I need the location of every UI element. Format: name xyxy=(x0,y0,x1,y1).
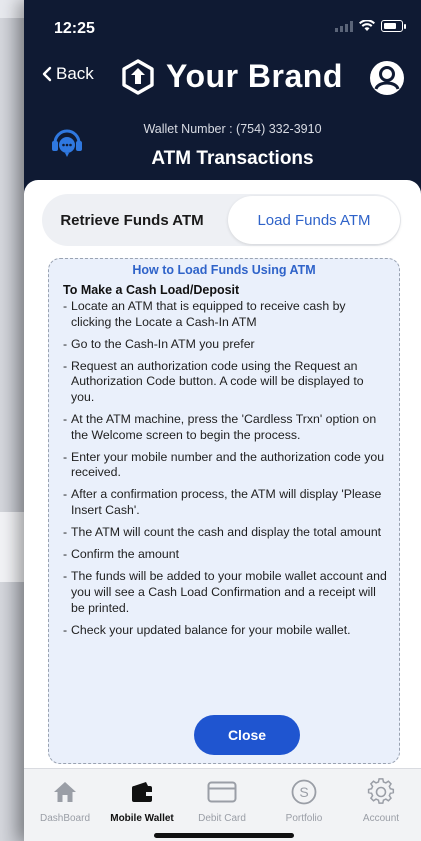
app-header: 12:25 Back Your Brand Wallet Number: (7… xyxy=(24,0,421,200)
brand-logo-icon xyxy=(122,58,154,95)
status-time: 12:25 xyxy=(54,20,95,37)
instruction-step: - The funds will be added to your mobile … xyxy=(63,569,389,616)
instruction-step: - The ATM will count the cash and display… xyxy=(63,525,389,541)
page-title: ATM Transactions xyxy=(151,148,314,169)
panel-subtitle: To Make a Cash Load/Deposit xyxy=(63,283,240,297)
instruction-step-text: The funds will be added to your mobile w… xyxy=(71,569,387,615)
wallet-icon xyxy=(132,782,152,802)
card-icon xyxy=(207,781,237,803)
back-label: Back xyxy=(56,64,94,83)
instruction-step-text: Go to the Cash-In ATM you prefer xyxy=(71,336,255,351)
content-sheet: Retrieve Funds ATM Load Funds ATM How to… xyxy=(24,180,421,770)
bottom-tab-bar: DashBoard Mobile Wallet Debit Card S Por… xyxy=(24,768,421,841)
instruction-step-text: Confirm the amount xyxy=(71,547,179,562)
tab-account[interactable]: Account xyxy=(346,777,416,824)
back-button[interactable]: Back xyxy=(42,64,94,84)
home-indicator xyxy=(154,833,294,838)
instruction-step-text: After a confirmation process, the ATM wi… xyxy=(71,487,382,518)
tab-debit-card[interactable]: Debit Card xyxy=(187,777,257,824)
wallet-number: Wallet Number : (754) 332-3910 xyxy=(143,122,322,136)
wifi-icon xyxy=(359,20,375,31)
instruction-step: - At the ATM machine, press the 'Cardless… xyxy=(63,412,389,443)
instruction-step: - Check your updated balance for your mob… xyxy=(63,623,389,639)
close-button[interactable]: Close xyxy=(194,715,300,755)
status-icons xyxy=(335,20,406,32)
home-icon xyxy=(54,782,76,802)
instruction-step-text: Locate an ATM that is equipped to receiv… xyxy=(71,299,346,329)
tab-mobile-wallet-label: Mobile Wallet xyxy=(110,813,174,824)
instruction-steps: - Locate an ATM that is equipped to recei… xyxy=(63,299,389,645)
tab-dashboard[interactable]: DashBoard xyxy=(30,777,100,824)
profile-icon[interactable] xyxy=(369,60,405,96)
instruction-step-text: Check your updated balance for your mobi… xyxy=(71,622,351,637)
phone-screen: 12:25 Back Your Brand Wallet Number: (7… xyxy=(24,0,421,841)
dollar-coin-icon: S xyxy=(291,779,317,805)
svg-text:S: S xyxy=(299,784,308,800)
instruction-step-text: At the ATM machine, press the 'Cardless … xyxy=(71,412,377,442)
tab-mobile-wallet[interactable]: Mobile Wallet xyxy=(107,777,177,824)
tab-load-funds-atm[interactable]: Load Funds ATM xyxy=(228,196,400,244)
instruction-step-text: Request an authorization code using the … xyxy=(71,358,364,404)
gear-icon xyxy=(367,778,395,804)
battery-icon xyxy=(381,20,406,32)
instruction-step: - After a confirmation process, the ATM w… xyxy=(63,487,389,518)
instruction-step: - Request an authorization code using the… xyxy=(63,359,389,406)
instructions-panel: How to Load Funds Using ATM To Make a Ca… xyxy=(48,258,400,764)
instruction-step: - Go to the Cash-In ATM you prefer xyxy=(63,337,389,353)
chevron-left-icon xyxy=(42,66,52,82)
panel-title: How to Load Funds Using ATM xyxy=(132,263,316,277)
tab-portfolio-label: Portfolio xyxy=(285,813,323,824)
tab-dashboard-label: DashBoard xyxy=(39,813,91,824)
tab-account-label: Account xyxy=(362,813,400,824)
brand: Your Brand xyxy=(120,58,343,95)
instruction-step: - Confirm the amount xyxy=(63,547,389,563)
instruction-step-text: The ATM will count the cash and display … xyxy=(71,525,382,540)
brand-name: Your Brand xyxy=(166,58,343,94)
tab-debit-card-label: Debit Card xyxy=(198,813,246,824)
instruction-step-text: Enter your mobile number and the authori… xyxy=(71,449,385,480)
instruction-step: - Enter your mobile number and the author… xyxy=(63,450,389,481)
atm-tabs: Retrieve Funds ATM Load Funds ATM xyxy=(42,194,401,246)
instruction-step: - Locate an ATM that is equipped to recei… xyxy=(63,299,389,330)
tab-retrieve-funds-atm[interactable]: Retrieve Funds ATM xyxy=(42,194,222,246)
signal-icon xyxy=(335,20,353,32)
tab-portfolio[interactable]: S Portfolio xyxy=(269,777,339,824)
